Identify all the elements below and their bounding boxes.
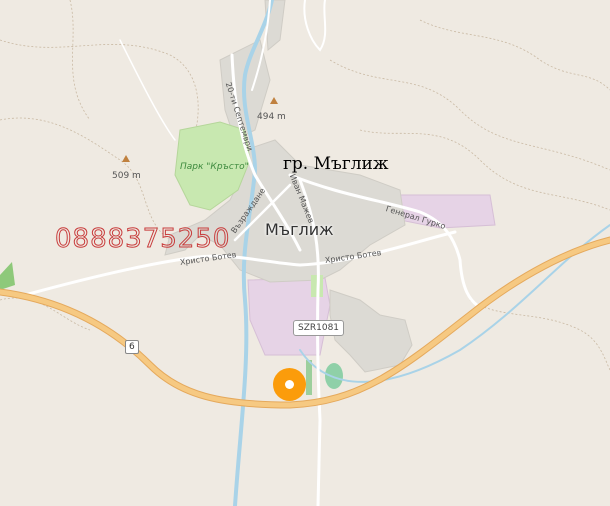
peak-elevation-label: 509 m bbox=[112, 171, 141, 181]
phone-watermark: 0888375250 bbox=[54, 224, 231, 255]
map-title: гр. Мъглиж bbox=[283, 154, 389, 174]
green-patch bbox=[325, 363, 343, 389]
route-badge: SZR1081 bbox=[293, 320, 345, 336]
marker-center-dot bbox=[285, 380, 294, 389]
town-map-label: Мъглиж bbox=[265, 220, 334, 239]
park-label: Парк "Кръсто" bbox=[180, 162, 249, 172]
road-shield: 6 bbox=[125, 340, 139, 354]
peak-elevation-label: 494 m bbox=[257, 112, 286, 122]
map-canvas[interactable]: Парк "Кръсто" 494 m 509 m 20-ти Септемвр… bbox=[0, 0, 610, 506]
green-strip bbox=[306, 360, 312, 395]
location-marker[interactable] bbox=[273, 368, 306, 401]
